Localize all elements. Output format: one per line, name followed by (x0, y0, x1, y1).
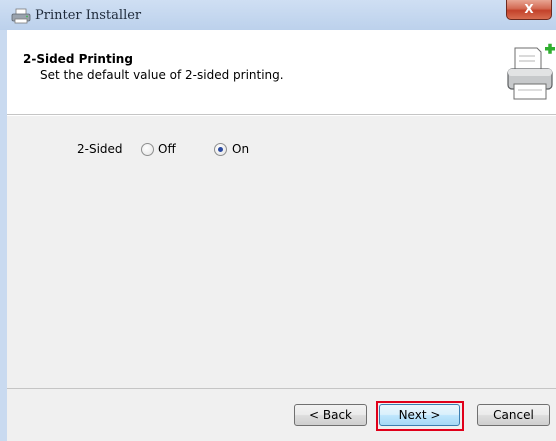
page-title: 2-Sided Printing (23, 52, 133, 66)
printer-add-icon (507, 43, 555, 100)
off-radio-label[interactable]: Off (158, 142, 176, 156)
page-subtitle: Set the default value of 2-sided printin… (40, 68, 284, 82)
on-radio[interactable] (214, 143, 227, 156)
wizard-client-area: 2-Sided Printing Set the default value o… (7, 30, 556, 441)
close-button[interactable]: X (506, 0, 552, 20)
printer-icon (11, 8, 31, 24)
wizard-header: 2-Sided Printing Set the default value o… (7, 30, 556, 115)
off-radio[interactable] (141, 143, 154, 156)
printer-installer-window: Printer Installer X 2-Sided Printing Set… (0, 0, 556, 441)
title-bar[interactable]: Printer Installer X (0, 0, 556, 30)
two-sided-label: 2-Sided (77, 142, 123, 156)
back-button[interactable]: < Back (294, 404, 367, 426)
close-icon: X (524, 2, 534, 16)
cancel-button[interactable]: Cancel (477, 404, 550, 426)
wizard-footer: < Back Next > Cancel (7, 388, 556, 441)
next-button-highlight (376, 401, 464, 431)
window-title: Printer Installer (35, 8, 142, 23)
on-radio-label[interactable]: On (232, 142, 249, 156)
wizard-content: 2-Sided Off On (7, 116, 556, 388)
